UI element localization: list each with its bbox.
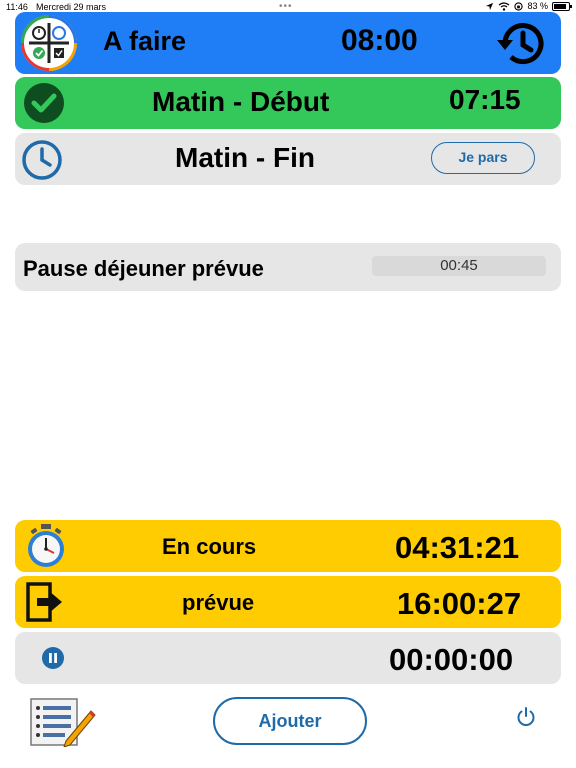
in-progress-time: 04:31:21 <box>395 530 520 565</box>
morning-start-row[interactable]: Matin - Début 07:15 <box>15 77 561 129</box>
battery-fill <box>554 3 566 9</box>
clock-icon <box>21 139 63 181</box>
lunch-break-value[interactable]: 00:45 <box>372 256 546 276</box>
power-icon[interactable] <box>515 706 537 728</box>
wifi-icon <box>499 1 510 11</box>
morning-end-row[interactable]: Matin - Fin Je pars <box>15 133 561 185</box>
battery-icon <box>552 1 572 11</box>
battery-percent: 83 % <box>527 1 548 11</box>
status-date: Mercredi 29 mars <box>36 2 107 12</box>
list-edit-icon[interactable] <box>30 697 96 748</box>
multitasking-dots[interactable]: ••• <box>279 1 293 12</box>
todo-title: A faire <box>103 26 187 56</box>
in-progress-row: En cours 04:31:21 <box>15 520 561 572</box>
lunch-break-label: Pause déjeuner prévue <box>23 256 264 281</box>
morning-start-time[interactable]: 07:15 <box>449 84 521 116</box>
header-row: A faire 08:00 <box>15 12 561 74</box>
todo-time[interactable]: 08:00 <box>341 24 418 58</box>
app-logo-icon <box>21 15 77 71</box>
status-indicators: 83 % <box>485 1 572 11</box>
add-button[interactable]: Ajouter <box>213 697 367 745</box>
morning-end-label: Matin - Fin <box>175 142 315 173</box>
planned-time: 16:00:27 <box>397 586 522 621</box>
leave-button[interactable]: Je pars <box>431 142 535 174</box>
planned-row: prévue 16:00:27 <box>15 576 561 628</box>
pause-timer-time: 00:00:00 <box>389 642 514 677</box>
in-progress-label: En cours <box>162 534 257 559</box>
morning-start-label: Matin - Début <box>152 86 330 117</box>
status-time: 11:46 <box>6 2 28 12</box>
stopwatch-icon <box>25 523 67 569</box>
exit-arrow-icon <box>25 582 65 622</box>
checkmark-circle-icon <box>21 81 67 125</box>
location-arrow-icon <box>486 2 494 10</box>
lunch-break-row[interactable]: Pause déjeuner prévue 00:45 <box>15 243 561 291</box>
pause-circle-icon[interactable] <box>41 646 65 670</box>
history-icon[interactable] <box>493 18 551 70</box>
pause-timer-row: 00:00:00 <box>15 632 561 684</box>
planned-label: prévue <box>182 590 255 615</box>
lock-rotation-icon <box>514 1 524 11</box>
